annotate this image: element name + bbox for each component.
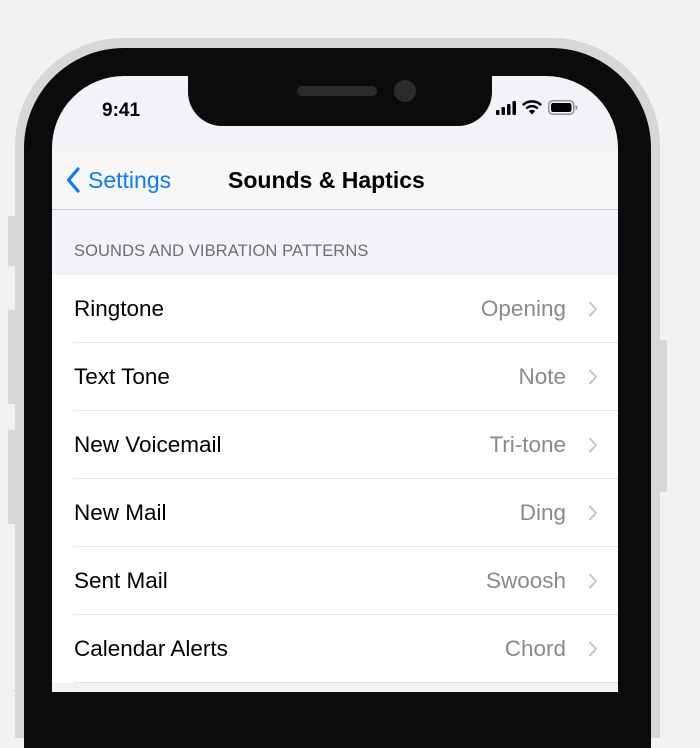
front-camera	[394, 80, 416, 102]
chevron-right-icon	[588, 641, 598, 657]
wifi-icon	[522, 100, 542, 120]
mute-switch	[8, 216, 16, 266]
setting-value: Note	[518, 364, 566, 389]
setting-label: Calendar Alerts	[74, 636, 228, 661]
status-time: 9:41	[102, 100, 141, 121]
page-title: Sounds & Haptics	[228, 166, 425, 193]
setting-row-new-mail[interactable]: New Mail Ding	[52, 479, 618, 547]
setting-value: Swoosh	[485, 568, 566, 593]
chevron-right-icon	[588, 369, 598, 385]
back-button-label: Settings	[88, 166, 172, 193]
chevron-left-icon	[66, 167, 80, 193]
setting-row-text-tone[interactable]: Text Tone Note	[52, 343, 618, 411]
setting-value: Chord	[504, 636, 566, 661]
phone-screen: 9:41 Settings Sounds & Haptics SOUNDS AN…	[52, 76, 618, 692]
setting-label: Sent Mail	[74, 568, 168, 593]
chevron-right-icon	[588, 301, 598, 317]
setting-value: Ding	[519, 500, 566, 525]
chevron-right-icon	[588, 437, 598, 453]
settings-group: Ringtone Opening Text Tone Note New Voic…	[52, 275, 618, 683]
battery-icon	[548, 100, 578, 120]
setting-label: New Mail	[74, 500, 167, 525]
setting-row-sent-mail[interactable]: Sent Mail Swoosh	[52, 547, 618, 615]
volume-up-button	[8, 310, 16, 404]
section-header: SOUNDS AND VIBRATION PATTERNS	[74, 242, 369, 260]
cellular-signal-icon	[496, 100, 516, 120]
setting-value: Opening	[480, 296, 566, 321]
status-icons	[496, 100, 578, 120]
row-separator	[74, 682, 618, 683]
navigation-bar: Settings Sounds & Haptics	[52, 151, 618, 210]
chevron-right-icon	[588, 573, 598, 589]
chevron-right-icon	[588, 505, 598, 521]
back-button[interactable]: Settings	[66, 151, 171, 209]
setting-label: New Voicemail	[74, 432, 222, 457]
setting-row-calendar-alerts[interactable]: Calendar Alerts Chord	[52, 615, 618, 683]
speaker-grille	[297, 86, 377, 96]
power-button	[659, 340, 667, 492]
setting-value: Tri-tone	[489, 432, 566, 457]
setting-row-new-voicemail[interactable]: New Voicemail Tri-tone	[52, 411, 618, 479]
volume-down-button	[8, 430, 16, 524]
setting-label: Ringtone	[74, 296, 165, 321]
phone-notch	[188, 76, 492, 126]
setting-row-ringtone[interactable]: Ringtone Opening	[52, 275, 618, 343]
setting-label: Text Tone	[74, 364, 170, 389]
